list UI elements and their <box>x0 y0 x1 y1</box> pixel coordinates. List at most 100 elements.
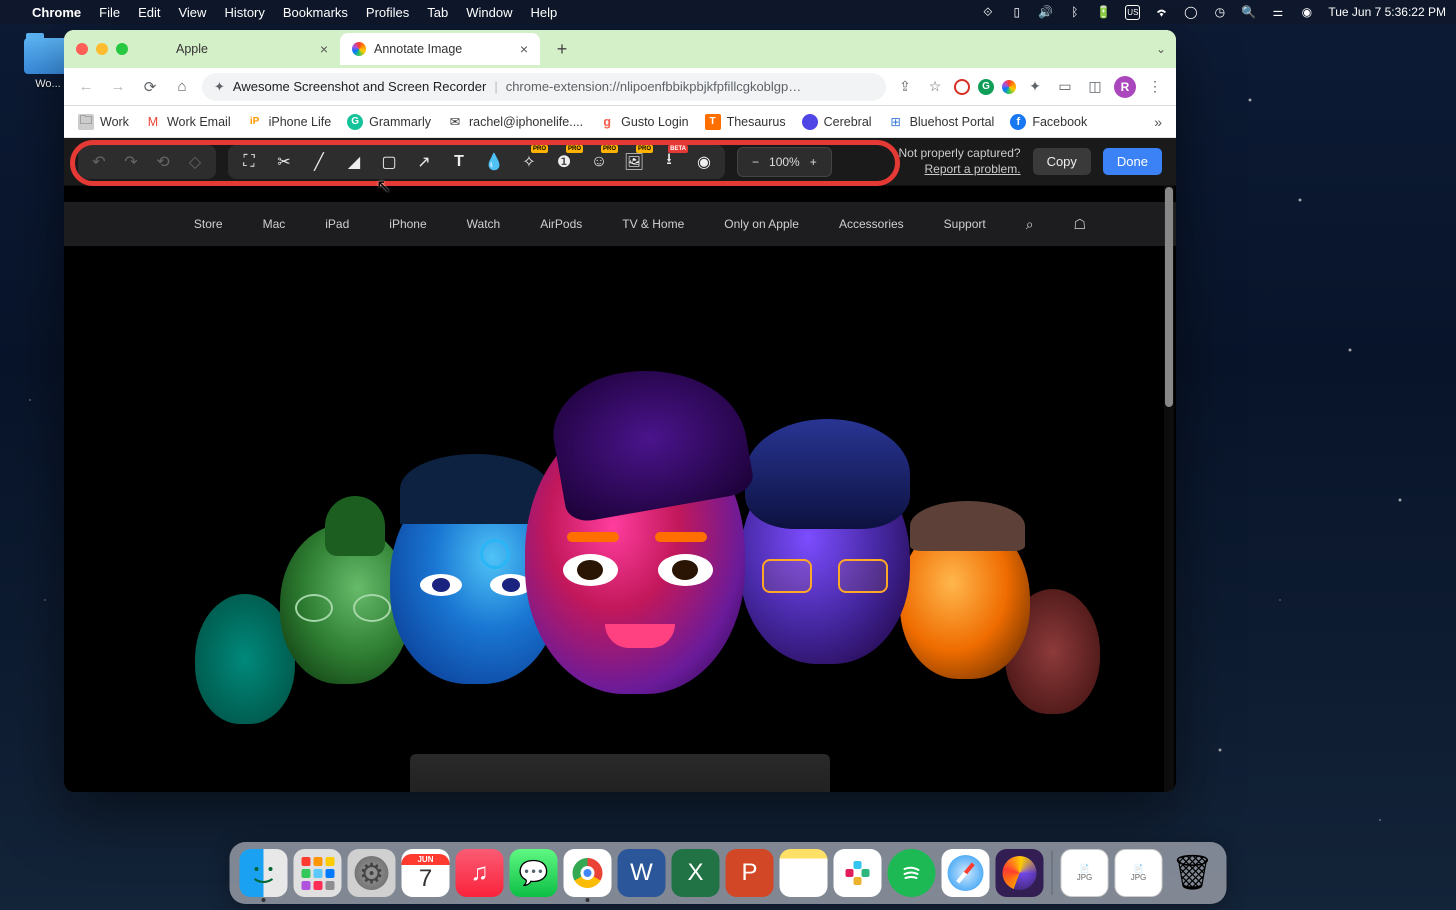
menubar-clock[interactable]: Tue Jun 7 5:36:22 PM <box>1328 5 1446 19</box>
dock-chrome[interactable] <box>564 849 612 897</box>
dock-word[interactable]: W <box>618 849 666 897</box>
close-window-button[interactable] <box>76 43 88 55</box>
eraser-button[interactable]: ◇ <box>184 151 206 173</box>
copy-button[interactable]: Copy <box>1033 148 1091 175</box>
dock-recent-doc-1[interactable]: 📄JPG <box>1061 849 1109 897</box>
input-source-icon[interactable]: US <box>1125 5 1140 20</box>
omnibox[interactable]: ✦ Awesome Screenshot and Screen Recorder… <box>202 73 886 101</box>
bookmark-work[interactable]: 🗀Work <box>78 114 129 130</box>
bookmark-cerebral[interactable]: Cerebral <box>802 114 872 130</box>
dock-powerpoint[interactable]: P <box>726 849 774 897</box>
tab-apple[interactable]: Apple × <box>140 33 340 65</box>
home-button[interactable]: ⌂ <box>170 75 194 99</box>
bookmark-thesaurus[interactable]: TThesaurus <box>705 114 786 130</box>
report-problem-link[interactable]: Report a problem. <box>925 162 1021 176</box>
reload-button[interactable]: ⟳ <box>138 75 162 99</box>
profile-avatar[interactable]: R <box>1114 76 1136 98</box>
forward-button[interactable]: → <box>106 75 130 99</box>
crop-tool[interactable]: ✂ <box>273 151 295 173</box>
volume-icon[interactable]: 🔊 <box>1038 5 1053 20</box>
wifi-icon[interactable] <box>1154 5 1169 20</box>
fill-tool[interactable]: ◢ <box>343 151 365 173</box>
back-button[interactable]: ← <box>74 75 98 99</box>
image-tool[interactable]: 🖼PRO <box>623 151 645 173</box>
share-icon[interactable]: ⇪ <box>894 76 916 98</box>
cast-icon[interactable]: ▭ <box>1054 76 1076 98</box>
nav-iphone[interactable]: iPhone <box>389 217 426 231</box>
vertical-scrollbar[interactable] <box>1164 186 1174 792</box>
nav-ipad[interactable]: iPad <box>325 217 349 231</box>
dock-finder[interactable] <box>240 849 288 897</box>
zoom-in-button[interactable]: + <box>806 155 821 169</box>
menu-edit[interactable]: Edit <box>138 5 160 20</box>
menu-bookmarks[interactable]: Bookmarks <box>283 5 348 20</box>
nav-accessories[interactable]: Accessories <box>839 217 904 231</box>
dock-recent-doc-2[interactable]: 📄JPG <box>1115 849 1163 897</box>
dock-firefox[interactable] <box>996 849 1044 897</box>
menu-history[interactable]: History <box>224 5 264 20</box>
watermark-tool[interactable]: ⭳BETA <box>658 151 680 173</box>
dock-trash[interactable]: 🗑 <box>1169 849 1217 897</box>
dock-launchpad[interactable] <box>294 849 342 897</box>
redo-button[interactable]: ↷ <box>120 151 142 173</box>
zoom-out-button[interactable]: − <box>748 155 763 169</box>
control-center-icon[interactable]: ⚌ <box>1270 5 1285 20</box>
nav-store[interactable]: Store <box>194 217 223 231</box>
dock-spotify[interactable] <box>888 849 936 897</box>
bookmark-work-email[interactable]: MWork Email <box>145 114 231 130</box>
nav-watch[interactable]: Watch <box>467 217 501 231</box>
nav-only-on-apple[interactable]: Only on Apple <box>724 217 799 231</box>
dock-excel[interactable]: X <box>672 849 720 897</box>
emoji-tool[interactable]: ☺PRO <box>588 151 610 173</box>
spotlight-icon[interactable]: 🔍 <box>1241 5 1256 20</box>
shopping-bag-icon[interactable]: ☖ <box>1074 216 1087 233</box>
search-icon[interactable]: ⌕ <box>1026 216 1034 233</box>
siri-icon[interactable]: ◉ <box>1299 5 1314 20</box>
awesome-screenshot-ext-icon[interactable] <box>1002 80 1016 94</box>
tab-annotate-image[interactable]: Annotate Image × <box>340 33 540 65</box>
highlight-tool[interactable]: ✧PRO <box>518 151 540 173</box>
sidepanel-icon[interactable]: ◫ <box>1084 76 1106 98</box>
restore-button[interactable]: ⟲ <box>152 151 174 173</box>
scrollbar-thumb[interactable] <box>1165 187 1173 407</box>
nav-support[interactable]: Support <box>944 217 986 231</box>
dock-notes[interactable] <box>780 849 828 897</box>
dock-messages[interactable]: 💬 <box>510 849 558 897</box>
nav-tv-home[interactable]: TV & Home <box>622 217 684 231</box>
bookmark-gusto[interactable]: gGusto Login <box>599 114 688 130</box>
step-tool[interactable]: ❶PRO <box>553 151 575 173</box>
grammarly-ext-icon[interactable]: G <box>978 79 994 95</box>
new-tab-button[interactable]: + <box>548 35 576 63</box>
battery-icon[interactable]: 🔋 <box>1096 5 1111 20</box>
dock-safari[interactable] <box>942 849 990 897</box>
minimize-window-button[interactable] <box>96 43 108 55</box>
menu-view[interactable]: View <box>178 5 206 20</box>
chrome-menu-icon[interactable]: ⋮ <box>1144 76 1166 98</box>
menu-help[interactable]: Help <box>531 5 558 20</box>
device-icon[interactable]: ▯ <box>1009 5 1024 20</box>
menu-tab[interactable]: Tab <box>427 5 448 20</box>
adblock-icon[interactable] <box>954 79 970 95</box>
user-icon[interactable]: ◯ <box>1183 5 1198 20</box>
dock-system-preferences[interactable] <box>348 849 396 897</box>
menu-window[interactable]: Window <box>466 5 512 20</box>
border-tool[interactable]: ◉ <box>693 151 715 173</box>
bookmark-iphone-life[interactable]: iPiPhone Life <box>247 114 332 130</box>
bookmark-grammarly[interactable]: GGrammarly <box>347 114 431 130</box>
clock-icon[interactable]: ◷ <box>1212 5 1227 20</box>
text-tool[interactable]: T <box>448 151 470 173</box>
rectangle-tool[interactable]: ▢ <box>378 151 400 173</box>
app-name[interactable]: Chrome <box>32 5 81 20</box>
maximize-window-button[interactable] <box>116 43 128 55</box>
undo-button[interactable]: ↶ <box>88 151 110 173</box>
dropbox-icon[interactable]: ⟐ <box>980 5 995 20</box>
done-button[interactable]: Done <box>1103 148 1162 175</box>
resize-tool[interactable]: ⛶ <box>238 151 260 173</box>
nav-mac[interactable]: Mac <box>263 217 286 231</box>
tabs-dropdown-icon[interactable]: ⌄ <box>1156 42 1166 56</box>
captured-preview[interactable]: Store Mac iPad iPhone Watch AirPods TV &… <box>64 186 1176 792</box>
dock-slack[interactable] <box>834 849 882 897</box>
bookmarks-overflow-icon[interactable]: » <box>1154 114 1162 130</box>
menu-profiles[interactable]: Profiles <box>366 5 409 20</box>
line-tool[interactable]: ╱ <box>308 151 330 173</box>
